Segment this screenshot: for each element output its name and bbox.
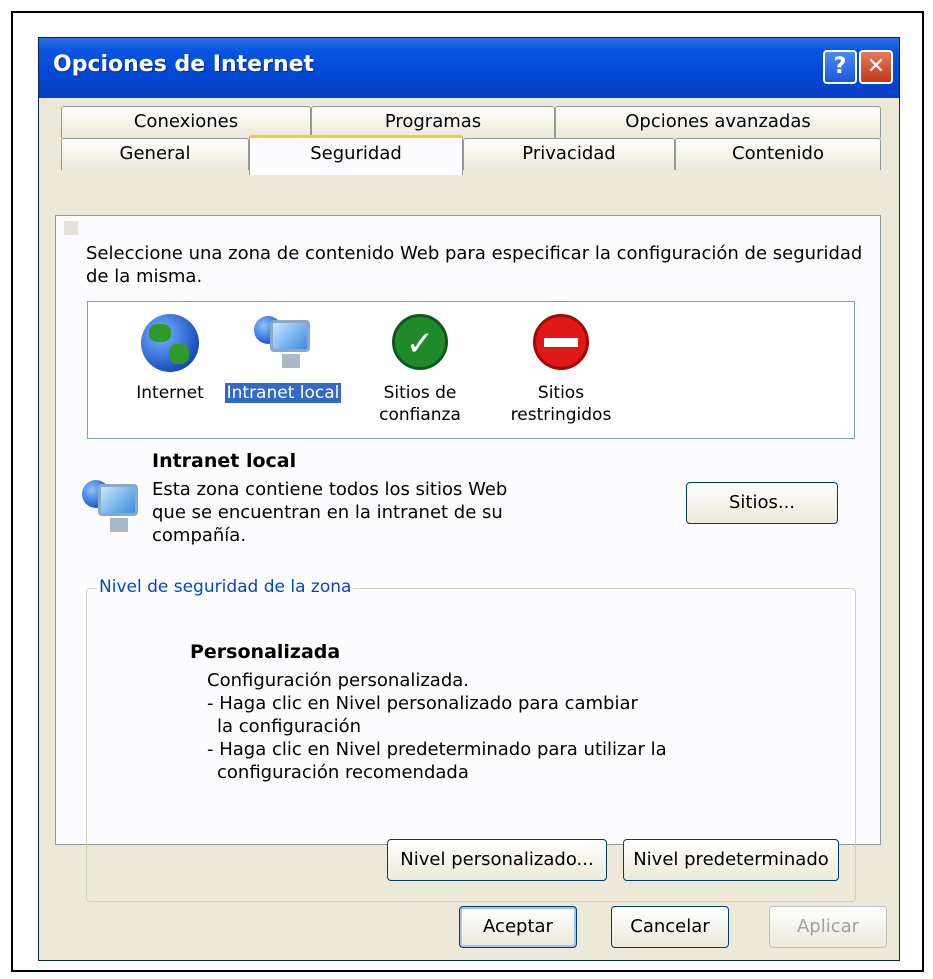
custom-level-button[interactable]: Nivel personalizado... (387, 839, 607, 881)
level-line: la configuración (217, 716, 361, 737)
intranet-monitor-icon (80, 478, 142, 540)
default-level-button[interactable]: Nivel predeterminado (623, 839, 839, 881)
tab-general[interactable]: General (61, 138, 249, 170)
tab-privacidad[interactable]: Privacidad (463, 138, 675, 170)
zone-label: Sitios restringidos (510, 383, 612, 425)
tab-opciones-avanzadas[interactable]: Opciones avanzadas (555, 106, 881, 138)
zone-intranet-local[interactable]: Intranet local (213, 314, 353, 404)
zone-list: Internet Intranet local ✓ Sitios de conf… (87, 301, 855, 439)
selected-zone-title: Intranet local (152, 450, 297, 472)
zone-sitios-confianza[interactable]: ✓ Sitios de confianza (360, 314, 480, 426)
internet-options-dialog: Opciones de Internet ? ✕ Conexiones Prog… (38, 37, 900, 961)
level-line: - Haga clic en Nivel predeterminado para… (207, 739, 667, 760)
ok-button[interactable]: Aceptar (459, 906, 577, 948)
zone-label: Sitios de confianza (379, 383, 461, 425)
check-icon: ✓ (392, 314, 448, 370)
close-icon[interactable]: ✕ (859, 50, 893, 84)
level-title: Personalizada (190, 641, 341, 663)
level-description: Configuración personalizada. - Haga clic… (207, 669, 727, 784)
selected-zone-description: Esta zona contiene todos los sitios Web … (152, 479, 508, 546)
tab-contenido[interactable]: Contenido (675, 138, 881, 170)
sites-button[interactable]: Sitios... (686, 482, 838, 524)
tab-conexiones[interactable]: Conexiones (61, 106, 311, 138)
title-bar[interactable]: Opciones de Internet ? ✕ (39, 38, 899, 98)
level-line: - Haga clic en Nivel personalizado para … (207, 693, 638, 714)
globe-icon (141, 314, 199, 372)
zone-label-selected: Intranet local (224, 383, 342, 403)
group-label: Nivel de seguridad de la zona (97, 577, 354, 597)
zone-label: Internet (136, 383, 204, 403)
zone-instructions: Seleccione una zona de contenido Web par… (86, 243, 863, 287)
zone-sitios-restringidos[interactable]: Sitios restringidos (496, 314, 626, 426)
tab-programas[interactable]: Programas (311, 106, 555, 138)
apply-button[interactable]: Aplicar (769, 906, 887, 948)
window-title: Opciones de Internet (53, 52, 315, 77)
intranet-monitor-icon (252, 314, 314, 376)
security-panel: Seleccione una zona de contenido Web par… (55, 215, 881, 902)
cancel-button[interactable]: Cancelar (611, 906, 729, 948)
level-line: configuración recomendada (217, 762, 469, 783)
focus-marker (64, 221, 78, 235)
zone-security-level-group: Nivel de seguridad de la zona Personaliz… (86, 577, 856, 902)
tab-seguridad[interactable]: Seguridad (249, 135, 463, 175)
no-entry-icon (533, 314, 589, 370)
level-line: Configuración personalizada. (207, 670, 470, 691)
help-icon[interactable]: ? (823, 50, 857, 84)
